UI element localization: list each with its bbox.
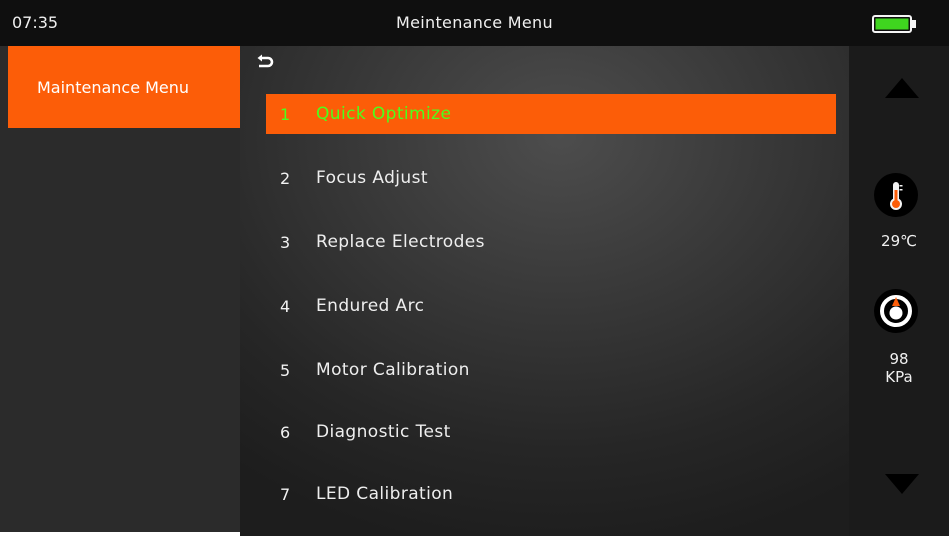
temperature-readout: 29℃ [881,232,917,250]
pressure-value: 98 [889,350,909,368]
menu-item-label: LED Calibration [316,484,454,504]
battery-icon [872,15,916,33]
menu-item-endured-arc[interactable]: 4 Endured Arc [266,286,836,326]
menu-item-quick-optimize[interactable]: 1 Quick Optimize [266,94,836,134]
pressure-unit: KPa [885,368,913,386]
menu-item-diagnostic-test[interactable]: 6 Diagnostic Test [266,412,836,452]
menu-item-label: Replace Electrodes [316,232,485,252]
menu-item-number: 7 [280,485,291,504]
menu-item-label: Endured Arc [316,296,425,316]
menu-item-label: Quick Optimize [316,104,452,124]
menu-item-number: 1 [280,105,291,124]
sidebar: Maintenance Menu [0,46,240,532]
menu-panel: 1 Quick Optimize 2 Focus Adjust 3 Replac… [240,46,849,536]
pressure-gauge-icon [874,289,918,333]
menu-item-number: 2 [280,169,291,188]
device-screen: 07:35 Meintenance Menu Maintenance Menu … [0,0,949,536]
menu-item-number: 4 [280,297,291,316]
menu-item-motor-calibration[interactable]: 5 Motor Calibration [266,350,836,390]
right-panel: 29℃ 98 KPa [849,46,949,536]
menu-item-led-calibration[interactable]: 7 LED Calibration [266,474,836,514]
sidebar-item-label: Maintenance Menu [37,78,190,97]
menu-item-label: Focus Adjust [316,168,428,188]
menu-item-number: 6 [280,423,291,442]
page-title: Meintenance Menu [396,13,553,32]
bottom-divider [0,532,240,536]
menu-item-label: Diagnostic Test [316,422,451,442]
menu-item-label: Motor Calibration [316,360,470,380]
pressure-readout: 98 KPa [849,350,949,386]
return-arrow-icon[interactable] [255,53,275,73]
scroll-up-arrow-icon[interactable] [885,78,919,98]
menu-item-number: 3 [280,233,291,252]
status-bar: 07:35 Meintenance Menu [0,0,949,46]
sidebar-item-maintenance-menu[interactable]: Maintenance Menu [8,46,240,128]
menu-item-replace-electrodes[interactable]: 3 Replace Electrodes [266,222,836,262]
menu-item-number: 5 [280,361,291,380]
scroll-down-arrow-icon[interactable] [885,474,919,494]
menu-item-focus-adjust[interactable]: 2 Focus Adjust [266,158,836,198]
thermometer-icon [874,173,918,217]
